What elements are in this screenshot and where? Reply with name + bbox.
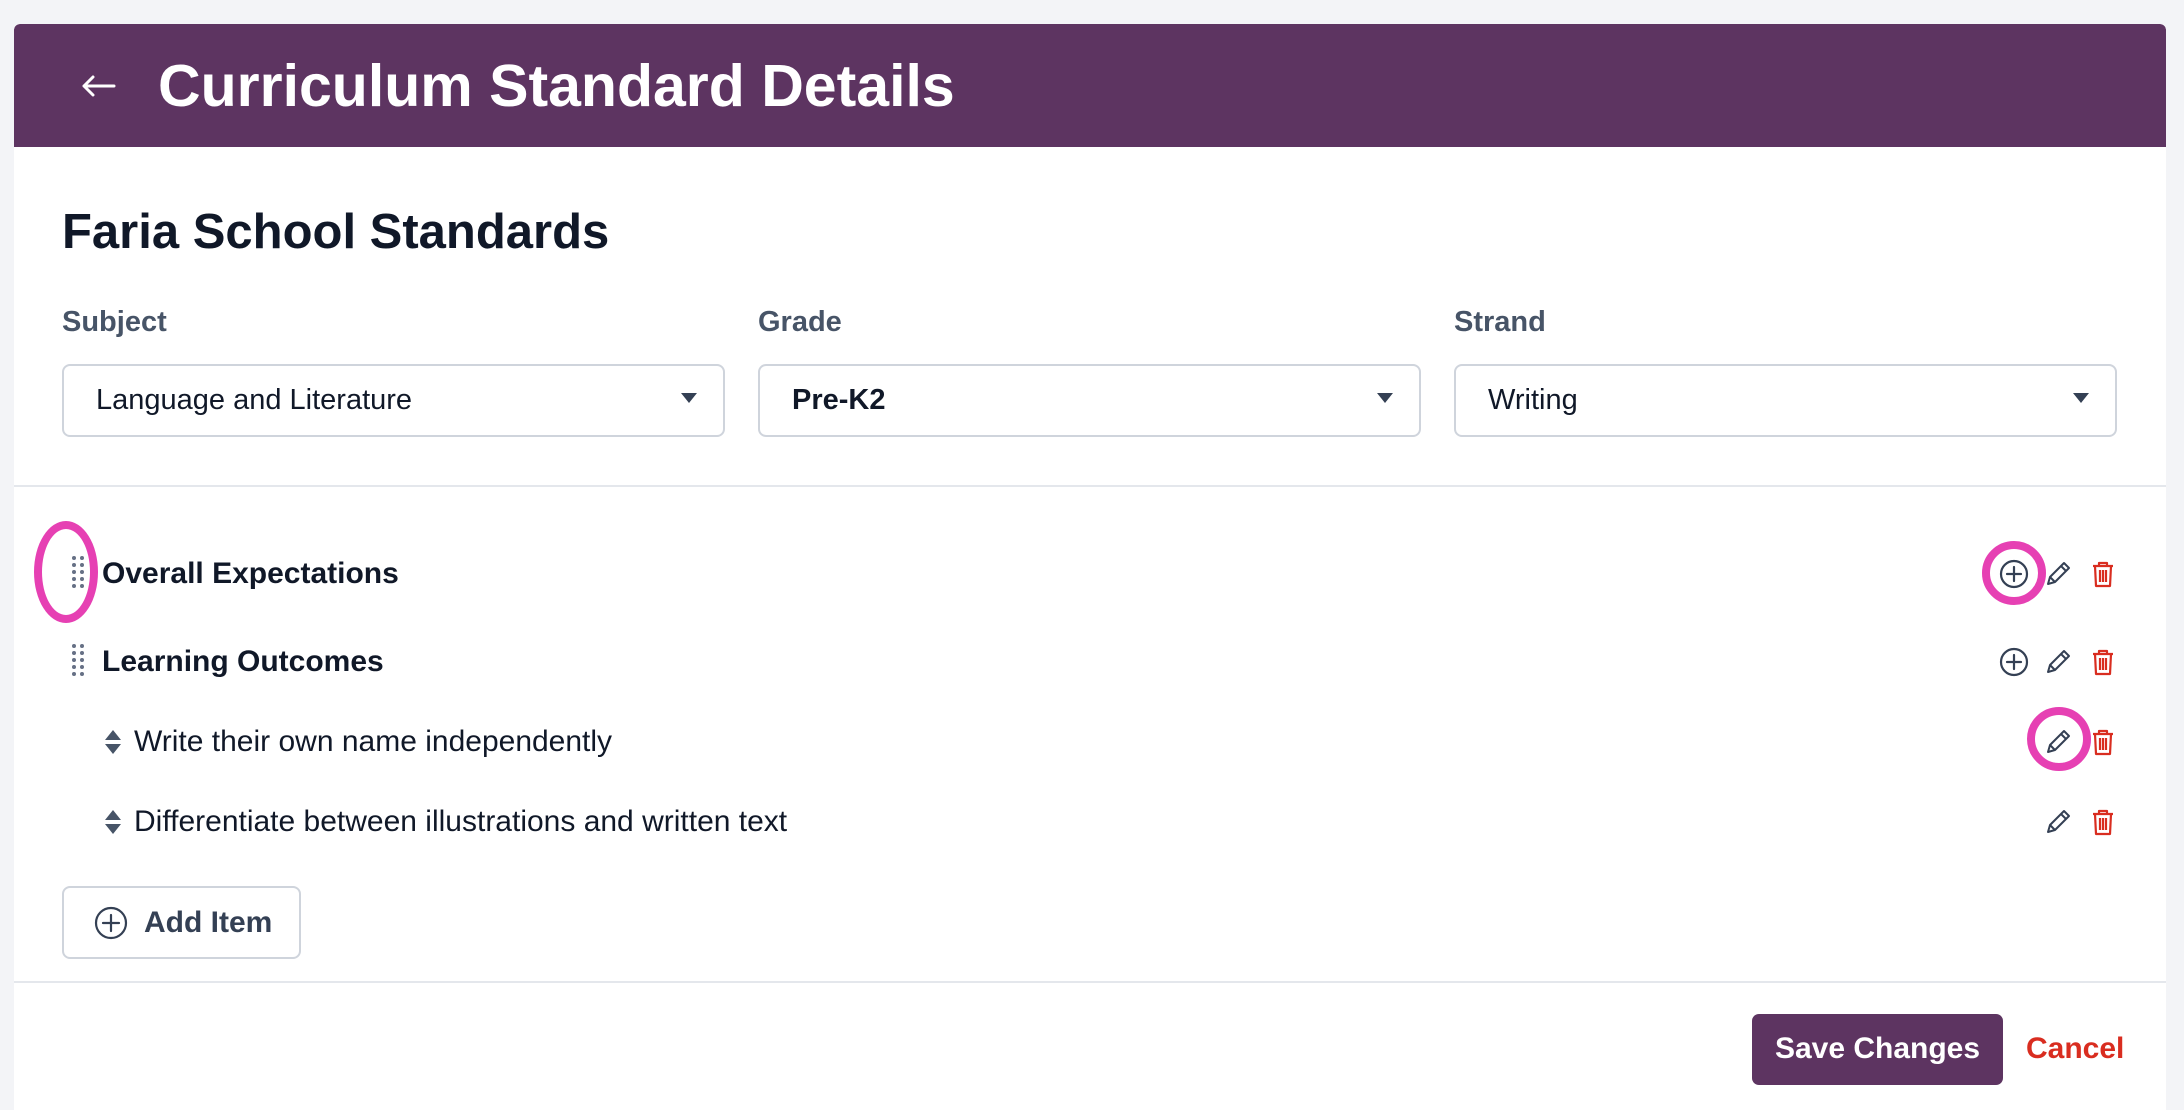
delete-button[interactable] <box>2086 805 2120 839</box>
item-text: Write their own name independently <box>134 725 613 758</box>
plus-circle-icon <box>1999 559 2029 589</box>
subject-label: Subject <box>62 306 167 338</box>
standard-row: Learning Outcomes <box>14 632 2166 692</box>
standard-row: Overall Expectations <box>14 544 2166 604</box>
trash-icon <box>2093 729 2113 756</box>
drag-handle-icon[interactable] <box>69 642 87 678</box>
trash-icon <box>2093 561 2113 588</box>
chevron-down-icon <box>1377 393 1393 403</box>
chevron-down-icon <box>2073 393 2089 403</box>
row-title: Overall Expectations <box>102 557 399 590</box>
pencil-icon <box>2047 730 2070 753</box>
save-changes-label: Save Changes <box>1774 1032 1981 1065</box>
back-button[interactable] <box>70 58 126 114</box>
drag-handle-icon[interactable] <box>69 554 87 590</box>
save-changes-button[interactable]: Save Changes <box>1752 1014 2003 1085</box>
item-text: Differentiate between illustrations and … <box>134 805 788 838</box>
pencil-icon <box>2047 810 2070 833</box>
grade-select[interactable]: Pre-K2 <box>758 364 1421 437</box>
trash-icon <box>2093 809 2113 836</box>
strand-label: Strand <box>1454 306 1546 338</box>
delete-button[interactable] <box>2086 645 2120 679</box>
app-window: Curriculum Standard Details Faria School… <box>14 24 2166 1110</box>
add-child-button[interactable] <box>1997 557 2031 591</box>
delete-button[interactable] <box>2086 557 2120 591</box>
section-divider <box>14 485 2166 487</box>
add-item-button[interactable]: Add Item <box>62 886 301 959</box>
subject-select-value: Language and Literature <box>96 384 413 416</box>
list-item: Write their own name independently <box>14 712 2166 772</box>
arrow-left-icon <box>82 75 116 97</box>
subject-select[interactable]: Language and Literature <box>62 364 725 437</box>
edit-button[interactable] <box>2041 725 2075 759</box>
list-item: Differentiate between illustrations and … <box>14 792 2166 852</box>
standard-set-title: Faria School Standards <box>62 205 610 259</box>
cancel-button[interactable]: Cancel <box>2026 1029 2124 1069</box>
pencil-icon <box>2047 650 2070 673</box>
grade-label: Grade <box>758 306 842 338</box>
row-title: Learning Outcomes <box>102 645 384 678</box>
grade-select-value: Pre-K2 <box>792 384 886 416</box>
delete-button[interactable] <box>2086 725 2120 759</box>
add-child-button[interactable] <box>1997 645 2031 679</box>
edit-button[interactable] <box>2041 805 2075 839</box>
sort-arrows-icon[interactable] <box>104 729 122 755</box>
page-header: Curriculum Standard Details <box>14 24 2166 147</box>
plus-circle-icon <box>1999 647 2029 677</box>
add-item-label: Add Item <box>144 906 273 939</box>
sort-arrows-icon[interactable] <box>104 809 122 835</box>
edit-button[interactable] <box>2041 645 2075 679</box>
footer-divider <box>14 981 2166 983</box>
strand-select-value: Writing <box>1488 384 1578 416</box>
edit-button[interactable] <box>2041 557 2075 591</box>
trash-icon <box>2093 649 2113 676</box>
page-title: Curriculum Standard Details <box>158 53 955 119</box>
strand-select[interactable]: Writing <box>1454 364 2117 437</box>
pencil-icon <box>2047 562 2070 585</box>
chevron-down-icon <box>681 393 697 403</box>
plus-circle-icon <box>94 906 128 940</box>
